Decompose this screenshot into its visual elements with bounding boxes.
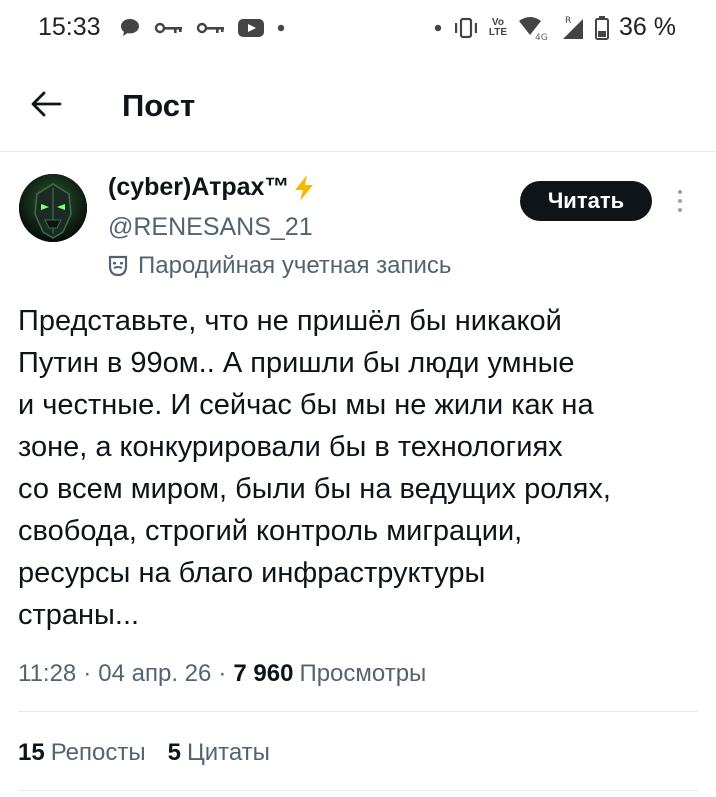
svg-text:4G: 4G [535, 33, 548, 41]
author-name: (cyber)Атрах™ [108, 173, 290, 201]
youtube-icon [238, 19, 264, 37]
author-name-row[interactable]: (cyber)Атрах™ [108, 173, 317, 202]
parody-label: Пародийная учетная запись [138, 252, 452, 279]
author-handle[interactable]: @RENESANS_21 [108, 213, 313, 242]
views-count: 7 960 [233, 660, 294, 687]
system-icons: Vo LTE 4G R 36 % [433, 13, 676, 42]
parody-label-row: Пародийная учетная запись [108, 252, 451, 280]
lightning-icon [295, 174, 314, 201]
chat-bubble-icon [121, 19, 139, 36]
page-header: Пост [0, 62, 716, 152]
reposts-label: Репосты [50, 739, 146, 766]
more-options-button[interactable] [668, 186, 692, 216]
reposts-count: 15 [18, 739, 45, 766]
avatar-image [19, 174, 87, 242]
post-time: 11:28 [18, 660, 77, 687]
status-bar: 15:33 Vo LTE 4G R 36 % [0, 0, 716, 58]
post-text: Представьте, что не пришёл бы никакой Пу… [18, 305, 611, 631]
page-title: Пост [122, 88, 196, 123]
key-icon [154, 22, 182, 34]
divider [18, 711, 698, 712]
battery-icon [595, 15, 610, 40]
arrow-left-icon [31, 91, 62, 117]
post-stats: 15 Репосты 5 Цитаты [18, 739, 270, 767]
separator: · [218, 660, 227, 687]
views-label: Просмотры [299, 660, 427, 687]
separator: · [83, 660, 92, 687]
battery-percent: 36 % [619, 13, 676, 41]
more-vertical-icon [678, 190, 682, 194]
post-date: 04 апр. 26 [98, 660, 212, 687]
post-meta: 11:28 · 04 апр. 26 · 7 960 Просмотры [18, 660, 426, 688]
status-time: 15:33 [38, 13, 101, 41]
svg-text:R: R [565, 16, 571, 26]
vibrate-icon [454, 17, 477, 38]
notification-icons [118, 16, 286, 40]
follow-button[interactable]: Читать [520, 181, 652, 221]
cellular-icon: R [563, 16, 584, 39]
divider [18, 790, 698, 791]
dot-icon [434, 24, 442, 31]
theater-mask-icon [108, 255, 128, 277]
back-button[interactable] [26, 84, 66, 124]
key-icon [196, 22, 224, 34]
signal-icon: 4G [519, 16, 548, 41]
avatar[interactable] [19, 174, 87, 242]
quotes-count: 5 [167, 739, 181, 766]
quotes-stat[interactable]: 5 Цитаты [168, 739, 270, 767]
lte-icon: Vo LTE [488, 16, 508, 38]
reposts-stat[interactable]: 15 Репосты [18, 739, 146, 767]
quotes-label: Цитаты [186, 739, 270, 766]
dot-icon [277, 24, 285, 32]
